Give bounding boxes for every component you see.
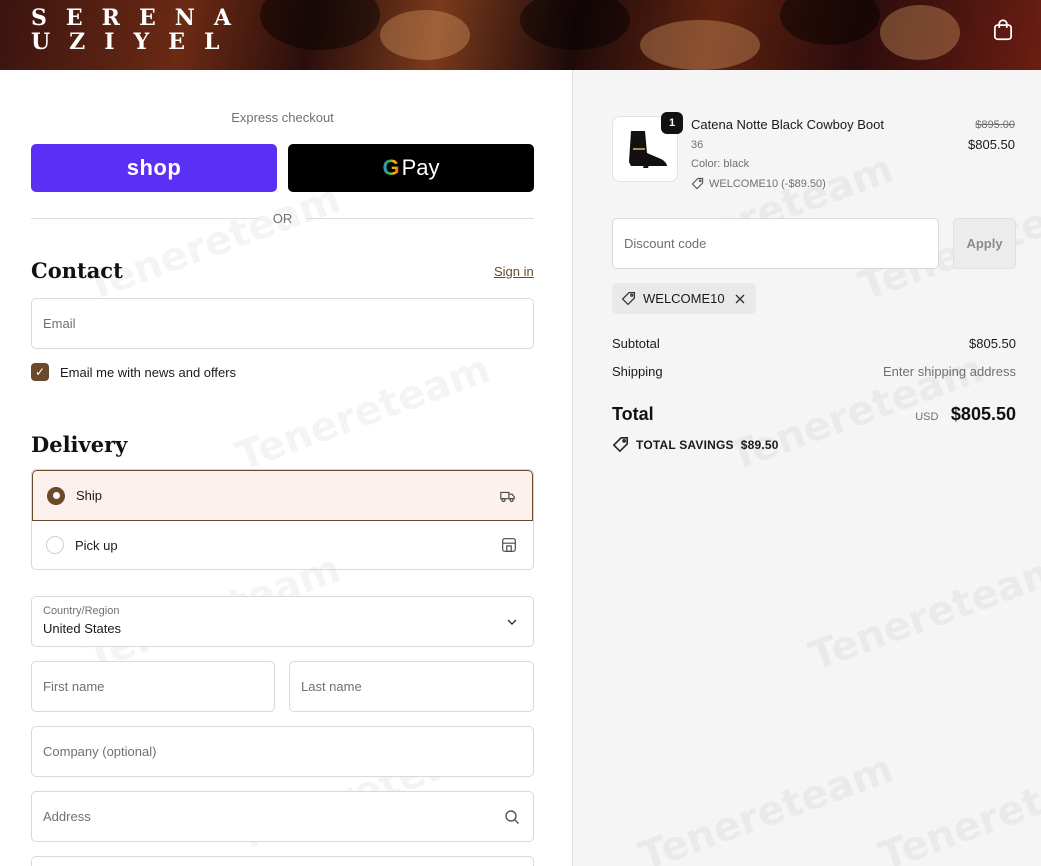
product-discount-label: WELCOME10 (-$89.50): [709, 177, 826, 190]
apply-button[interactable]: Apply: [953, 218, 1016, 269]
tag-icon: [621, 291, 636, 306]
apartment-field[interactable]: [31, 856, 534, 866]
header-pattern: [640, 20, 760, 70]
email-placeholder: Email: [43, 316, 76, 331]
google-g-icon: G: [382, 155, 400, 180]
first-name-placeholder: First name: [43, 679, 105, 694]
subtotal-label: Subtotal: [612, 336, 660, 351]
shipping-value: Enter shipping address: [883, 364, 1016, 379]
shopping-bag-icon[interactable]: [990, 17, 1016, 43]
site-header: SERENA UZIYEL: [0, 0, 1041, 70]
divider-line: [31, 217, 259, 219]
country-select[interactable]: Country/Region United States: [31, 596, 534, 647]
header-pattern: [380, 10, 470, 60]
tag-icon: [612, 437, 628, 453]
shop-pay-button[interactable]: shop: [31, 144, 277, 192]
contact-title: Contact: [31, 258, 123, 283]
pickup-radio[interactable]: [46, 536, 64, 554]
total-row: Total USD $805.50: [612, 404, 1016, 425]
pickup-label: Pick up: [75, 537, 118, 553]
header-pattern: [880, 5, 960, 60]
savings-label: TOTAL SAVINGS: [636, 437, 734, 452]
order-summary: Tenereteam Tenereteam Tenereteam Teneret…: [572, 70, 1041, 866]
product-name: Catena Notte Black Cowboy Boot: [691, 117, 884, 132]
address-placeholder: Address: [43, 809, 91, 824]
product-discount: WELCOME10 (-$89.50): [691, 177, 826, 190]
shop-pay-label: shop: [126, 155, 182, 180]
subtotal-value: $805.50: [969, 336, 1016, 351]
newsletter-label: Email me with news and offers: [60, 364, 237, 380]
product-color: Color: black: [691, 158, 750, 170]
express-checkout-label: Express checkout: [231, 110, 334, 125]
original-price: $895.00: [975, 119, 1015, 131]
or-label: OR: [272, 210, 293, 226]
or-divider: OR: [31, 210, 534, 226]
first-name-field[interactable]: First name: [31, 661, 275, 712]
watermark: Tenereteam: [230, 346, 496, 480]
watermark: Tenereteam: [803, 546, 1041, 680]
boot-icon: [629, 131, 667, 168]
newsletter-checkbox[interactable]: ✓: [31, 363, 49, 381]
shipping-row: Shipping Enter shipping address: [612, 364, 1016, 379]
discount-placeholder: Discount code: [624, 236, 707, 251]
ship-option[interactable]: Ship: [32, 470, 533, 521]
last-name-field[interactable]: Last name: [289, 661, 534, 712]
google-pay-button[interactable]: G Pay: [288, 144, 534, 192]
shipping-label: Shipping: [612, 364, 663, 379]
discount-code-field[interactable]: Discount code: [612, 218, 939, 269]
email-field[interactable]: Email: [31, 298, 534, 349]
chevron-down-icon: [507, 619, 517, 625]
header-pattern: [780, 0, 880, 45]
sign-in-link[interactable]: Sign in: [494, 264, 534, 279]
ship-radio[interactable]: [47, 486, 65, 505]
header-pattern: [260, 0, 380, 50]
product-size: 36: [691, 139, 704, 151]
logo-line-1: SERENA: [31, 5, 250, 31]
total-label: Total: [612, 404, 654, 424]
tag-icon: [691, 177, 704, 190]
header-pattern: [520, 0, 630, 50]
applied-code-chip: WELCOME10: [612, 283, 756, 314]
brand-logo[interactable]: SERENA UZIYEL: [31, 6, 250, 54]
ship-label: Ship: [76, 488, 103, 503]
newsletter-option[interactable]: ✓ Email me with news and offers: [31, 363, 236, 381]
logo-line-2: UZIYEL: [31, 29, 239, 55]
total-savings: TOTAL SAVINGS $89.50: [612, 436, 779, 453]
store-icon: [502, 538, 516, 552]
watermark: Tenereteam: [80, 176, 346, 310]
google-pay-label: Pay: [401, 155, 440, 180]
delivery-title: Delivery: [31, 432, 128, 457]
company-field[interactable]: Company (optional): [31, 726, 534, 777]
subtotal-row: Subtotal $805.50: [612, 336, 1016, 351]
total-value: $805.50: [950, 404, 1016, 424]
watermark: Tenereteam: [633, 746, 899, 866]
country-value: United States: [43, 621, 122, 636]
pickup-option[interactable]: Pick up: [32, 520, 533, 569]
quantity-badge: 1: [661, 112, 683, 134]
country-label: Country/Region: [43, 605, 120, 617]
last-name-placeholder: Last name: [301, 679, 362, 694]
product-price: $805.50: [968, 137, 1015, 152]
truck-icon: [500, 491, 515, 503]
divider-line: [306, 217, 534, 219]
search-icon: [505, 810, 519, 824]
watermark: Tenereteam: [873, 746, 1041, 866]
applied-code-label: WELCOME10: [643, 291, 725, 306]
checkout-form: Tenereteam Tenereteam Tenereteam Teneret…: [0, 70, 572, 866]
company-placeholder: Company (optional): [43, 744, 157, 759]
delivery-method-group: Ship Pick up: [31, 469, 534, 570]
close-icon[interactable]: [734, 293, 746, 305]
savings-value: $89.50: [740, 437, 779, 452]
address-field[interactable]: Address: [31, 791, 534, 842]
currency-code: USD: [915, 411, 939, 423]
